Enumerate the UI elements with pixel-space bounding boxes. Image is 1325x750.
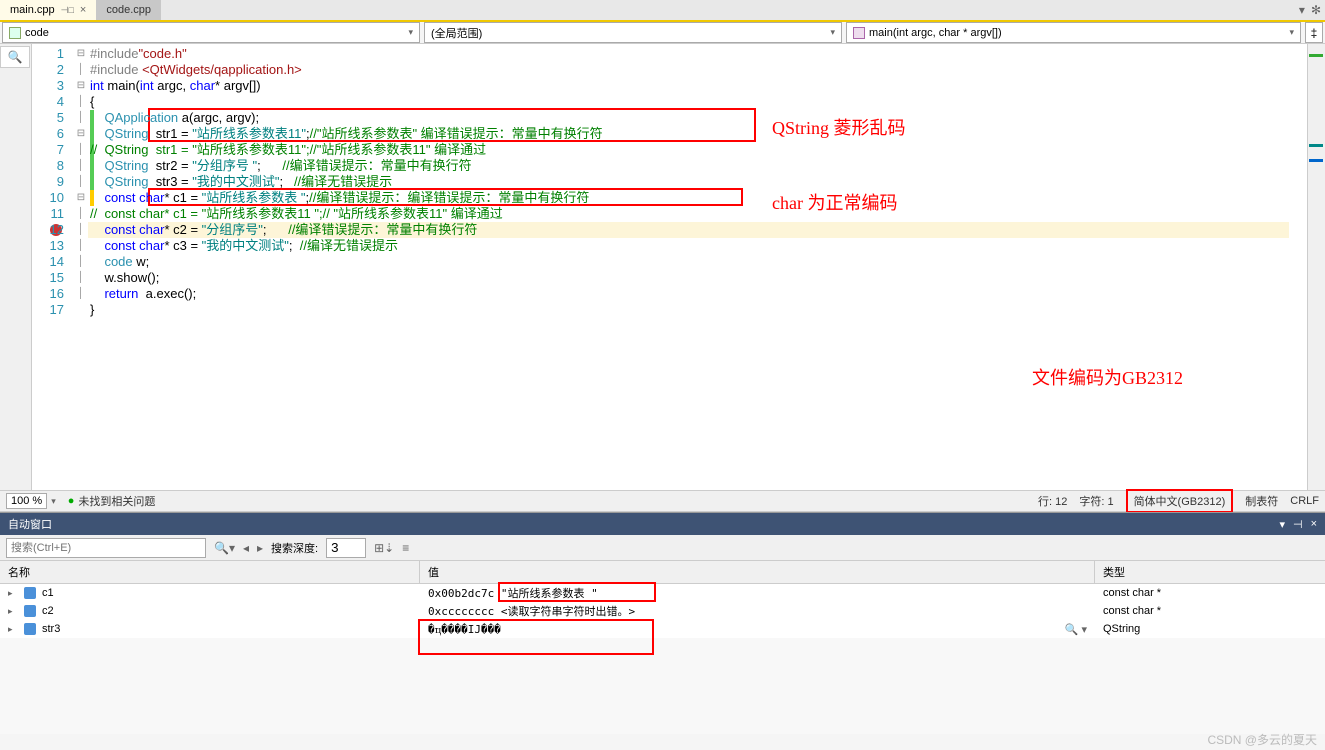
file-tab-main[interactable]: main.cpp ⊣□ × [0,0,96,20]
watermark: CSDN @多云的夏天 [1207,731,1317,748]
depth-input[interactable] [326,538,366,558]
table-body: ▸c1 0x00b2dc7c "站所线系参数表 " const char *▸c… [0,584,1325,638]
search-icon[interactable]: 🔍 [0,46,30,68]
line-numbers: 1234567891011121314151617 [32,44,72,490]
member-dropdown[interactable]: main(int argc, char * argv[]) ▾ [846,22,1301,43]
context-dropdown[interactable]: (全局范围) ▾ [424,22,842,43]
status-encoding[interactable]: 简体中文(GB2312) [1126,489,1234,513]
gear-icon[interactable]: ✻ [1311,3,1321,17]
table-row[interactable]: ▸c1 0x00b2dc7c "站所线系参数表 " const char * [0,584,1325,602]
tool-icon[interactable]: ≡ [402,541,409,555]
panel-toolbar: 🔍▾ ◂ ▸ 搜索深度: ⊞⇣ ≡ [0,535,1325,561]
issues-indicator[interactable]: ● 未找到相关问题 [68,493,156,509]
check-icon: ● [68,495,75,507]
code-editor[interactable]: 1234567891011121314151617 ⊟│⊟││⊟│││⊟││││… [32,44,1307,490]
chevron-down-icon: ▾ [1289,27,1294,38]
editor-region: 🔍 1234567891011121314151617 ⊟│⊟││⊟│││⊟││… [0,44,1325,490]
scope-icon [9,27,21,39]
member-text: main(int argc, char * argv[]) [869,27,1002,39]
code-text[interactable]: #include"code.h"#include <QtWidgets/qapp… [90,44,1307,490]
chevron-down-icon[interactable]: ▾ [1279,518,1285,531]
zoom-control[interactable]: 100 % ▾ [6,493,56,509]
close-icon[interactable]: × [1311,518,1317,531]
pin-icon[interactable]: ⊣ [1293,518,1303,531]
chevron-down-icon: ▾ [408,27,413,38]
table-row[interactable]: ▸str3 �ҵ����IJ���🔍 ▾ QString [0,620,1325,638]
chevron-down-icon: ▾ [51,496,56,507]
scope-text: code [25,27,49,39]
editor-status-bar: 100 % ▾ ● 未找到相关问题 行: 12 字符: 1 简体中文(GB231… [0,490,1325,512]
issues-text: 未找到相关问题 [78,493,155,509]
autos-panel: 自动窗口 ▾ ⊣ × 🔍▾ ◂ ▸ 搜索深度: ⊞⇣ ≡ 名称 值 类型 ▸c1… [0,512,1325,734]
table-header: 名称 值 类型 [0,561,1325,584]
marker [1309,159,1323,162]
nav-right-icon[interactable]: ▸ [257,541,263,555]
file-tabs-bar: main.cpp ⊣□ × code.cpp ▾ ✻ [0,0,1325,22]
search-icon[interactable]: 🔍▾ [214,541,235,555]
pin-icon[interactable]: ⊣□ [61,5,74,16]
member-icon [853,27,865,39]
file-tab-label: main.cpp [10,4,55,16]
status-char: 字符: 1 [1079,493,1113,509]
swap-icon[interactable]: ‡ [1305,22,1323,43]
close-icon[interactable]: × [80,4,86,16]
nav-left-icon[interactable]: ◂ [243,541,249,555]
col-name[interactable]: 名称 [0,561,420,583]
scrollbar-area[interactable] [1307,44,1325,490]
left-rail: 🔍 [0,44,32,490]
chevron-down-icon: ▾ [830,27,835,38]
status-line: 行: 12 [1038,493,1067,509]
navigation-bar: code ▾ (全局范围) ▾ main(int argc, char * ar… [0,22,1325,44]
tool-icon[interactable]: ⊞⇣ [374,541,394,555]
zoom-value[interactable]: 100 % [6,493,47,509]
depth-label: 搜索深度: [271,540,318,556]
file-tab-label: code.cpp [106,4,151,16]
scope-dropdown[interactable]: code ▾ [2,22,420,43]
marker [1309,54,1323,57]
table-row[interactable]: ▸c2 0xcccccccc <读取字符串字符时出错。> const char … [0,602,1325,620]
context-text: (全局范围) [431,25,482,41]
search-input[interactable] [6,538,206,558]
col-type[interactable]: 类型 [1095,561,1325,583]
status-tab: 制表符 [1245,493,1278,509]
marker [1309,144,1323,147]
panel-title-bar[interactable]: 自动窗口 ▾ ⊣ × [0,513,1325,535]
fold-column[interactable]: ⊟│⊟││⊟│││⊟││││││ [72,44,90,490]
tab-dropdown-icon[interactable]: ▾ [1299,3,1305,17]
file-tab-code[interactable]: code.cpp [96,0,161,20]
col-value[interactable]: 值 [420,561,1095,583]
status-crlf: CRLF [1290,495,1319,507]
panel-title-text: 自动窗口 [8,516,52,532]
